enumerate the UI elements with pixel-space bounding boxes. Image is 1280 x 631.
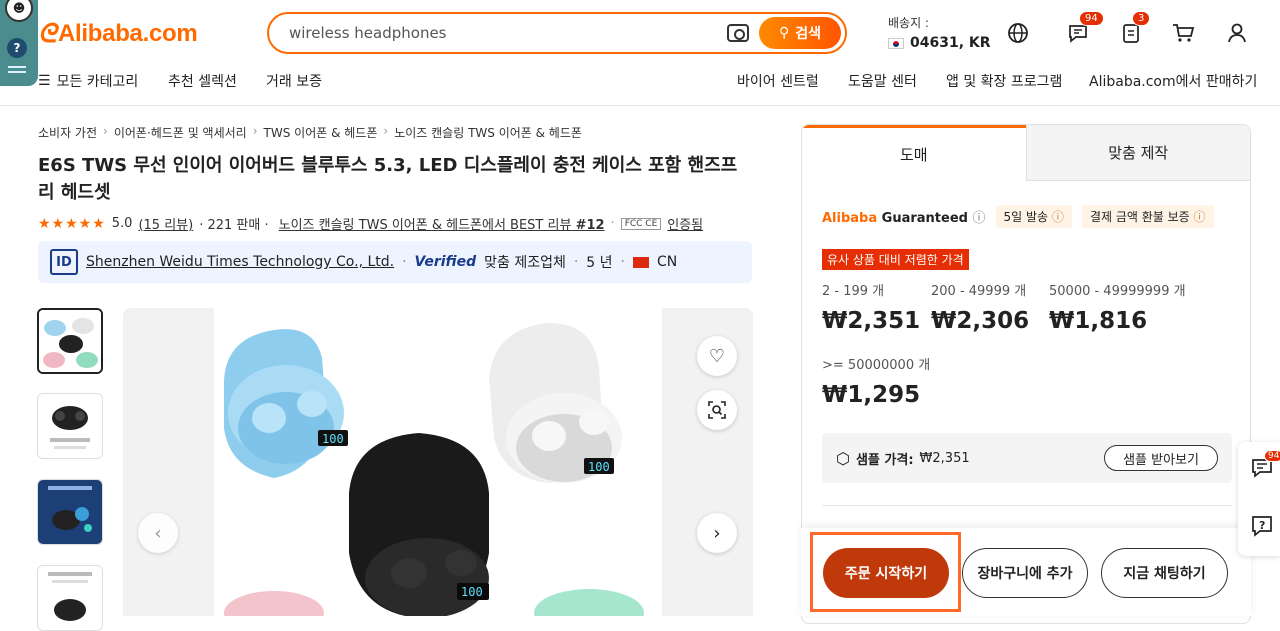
product-thumbnail[interactable]	[37, 393, 103, 459]
messages-icon[interactable]: 94	[1250, 450, 1280, 484]
supplier-type: 맞춤 제조업체	[484, 255, 566, 271]
search-button[interactable]: ⚲ 검색	[759, 17, 841, 49]
product-photo: 100 100 100	[214, 308, 662, 616]
next-image-button[interactable]: ›	[697, 513, 737, 553]
hamburger-icon: ☰	[38, 73, 51, 89]
tier-price: ₩2,351	[822, 308, 921, 334]
refund-guarantee-badge[interactable]: 결제 금액 환불 보증 ⓘ	[1081, 205, 1214, 228]
orders-icon[interactable]: 3	[1118, 11, 1151, 46]
korea-flag-icon	[888, 37, 904, 49]
supplier-logo: ID	[50, 249, 78, 275]
rating-value: 5.0	[111, 216, 133, 231]
nav-sell-on-alibaba[interactable]: Alibaba.com에서 판매하기	[1089, 71, 1257, 91]
breadcrumb-item[interactable]: 노이즈 캔슬링 TWS 이어폰 & 헤드폰	[394, 124, 582, 141]
pricing-tabs: 도매 맞춤 제작	[802, 125, 1250, 181]
all-categories-menu[interactable]: ☰ 모든 카테고리	[38, 71, 138, 91]
china-flag-icon	[633, 256, 649, 268]
product-thumbnail[interactable]	[37, 479, 103, 545]
product-rating-row: ★★★★★ 5.0 (15 리뷰) · 221 판매 · 노이즈 캔슬링 TWS…	[38, 214, 704, 234]
nav-apps-extensions[interactable]: 앱 및 확장 프로그램	[946, 71, 1062, 91]
highlight-box	[810, 532, 961, 612]
menu-icon[interactable]	[8, 66, 26, 68]
sample-price-box: ⬡ 샘플 가격: ₩2,351 샘플 받아보기	[822, 433, 1232, 483]
previous-image-button[interactable]: ‹	[138, 513, 178, 553]
chevron-right-icon: ›	[252, 124, 258, 138]
tab-wholesale[interactable]: 도매	[802, 125, 1026, 181]
nav-trade-assurance[interactable]: 거래 보증	[266, 71, 322, 91]
account-icon[interactable]	[1224, 20, 1250, 46]
star-rating-icon: ★★★★★	[38, 215, 106, 232]
tier-price: ₩1,816	[1049, 308, 1148, 334]
tier-price: ₩2,306	[931, 308, 1030, 334]
certified-link[interactable]: 인증됨	[667, 214, 703, 233]
help-icon[interactable]: ?	[7, 38, 27, 58]
site-header: ☻ ? ᘓ Alibaba.com wireless headphones ⚲ …	[0, 0, 1280, 106]
nav-help-center[interactable]: 도움말 센터	[848, 71, 917, 91]
info-icon: ⓘ	[1193, 210, 1206, 224]
guarantee-row: Alibaba Guaranteed ⓘ 5일 발송 ⓘ 결제 금액 환불 보증…	[822, 205, 1214, 228]
supplier-name[interactable]: Shenzhen Weidu Times Technology Co., Ltd…	[86, 254, 394, 270]
product-title: E6S TWS 무선 인이어 이어버드 블루투스 5.3, LED 디스플레이 …	[38, 155, 738, 203]
ship-to-selector[interactable]: 배송지 : 04631, KR	[888, 14, 991, 51]
image-search-icon[interactable]	[727, 24, 749, 42]
orders-count-badge: 3	[1132, 11, 1151, 26]
product-thumbnail[interactable]	[37, 308, 103, 374]
favorite-heart-icon[interactable]: ♡	[697, 336, 737, 376]
info-icon: ⓘ	[1051, 210, 1064, 224]
messages-icon[interactable]: 94	[1065, 11, 1104, 46]
tab-customization[interactable]: 맞춤 제작	[1025, 125, 1250, 181]
cart-icon[interactable]	[1170, 20, 1196, 46]
reviews-link[interactable]: (15 리뷰)	[138, 214, 193, 233]
chevron-right-icon: ›	[103, 124, 108, 138]
box-icon: ⬡	[836, 448, 850, 468]
supplier-years: 5 년	[586, 255, 613, 271]
svg-text:100: 100	[461, 585, 483, 599]
supplier-bar: ID Shenzhen Weidu Times Technology Co., …	[38, 241, 752, 283]
messages-count-badge: 94	[1079, 11, 1104, 26]
add-to-cart-button[interactable]: 장바구니에 추가	[962, 548, 1088, 598]
tier-price: ₩1,295	[822, 382, 921, 408]
search-input[interactable]: wireless headphones	[289, 24, 447, 42]
alibaba-guaranteed-label[interactable]: Alibaba Guaranteed ⓘ	[822, 207, 986, 226]
product-thumbnail[interactable]	[37, 565, 103, 631]
assistant-icon[interactable]: ☻	[5, 0, 33, 22]
messages-count-badge: 94	[1264, 450, 1280, 462]
verified-badge[interactable]: Verified	[415, 254, 477, 270]
best-review-link[interactable]: 노이즈 캔슬링 TWS 이어폰 & 헤드폰에서 BEST 리뷰 #12	[279, 214, 605, 233]
chat-now-button[interactable]: 지금 채팅하기	[1101, 548, 1228, 598]
get-sample-button[interactable]: 샘플 받아보기	[1104, 445, 1218, 471]
info-icon: ⓘ	[972, 211, 986, 226]
breadcrumb-item[interactable]: TWS 이어폰 & 헤드폰	[264, 124, 378, 141]
alibaba-logo-icon: ᘓ	[38, 18, 57, 48]
ship-days-badge[interactable]: 5일 발송 ⓘ	[995, 205, 1072, 228]
product-main-image[interactable]: 100 100 100 ♡ ‹ ›	[123, 308, 753, 616]
search-bar: wireless headphones ⚲ 검색	[267, 12, 847, 54]
divider	[822, 505, 1232, 506]
svg-text:100: 100	[588, 460, 610, 474]
sold-count: · 221 판매 ·	[199, 218, 269, 233]
tier-quantity: 50000 - 49999999 개	[1049, 284, 1186, 299]
breadcrumb-item[interactable]: 소비자 가전	[38, 124, 97, 141]
search-icon: ⚲	[778, 25, 790, 41]
alibaba-logo[interactable]: ᘓ Alibaba.com	[38, 18, 198, 50]
breadcrumb-item[interactable]: 이어폰·헤드폰 및 액세서리	[114, 124, 247, 141]
svg-text:100: 100	[322, 432, 344, 446]
tier-quantity: 200 - 49999 개	[931, 284, 1027, 299]
floating-side-toolbar: ☻ ?	[0, 0, 38, 86]
nav-featured-selections[interactable]: 추천 셀렉션	[168, 71, 237, 91]
globe-icon[interactable]	[1005, 20, 1031, 46]
nav-buyer-central[interactable]: 바이어 센트럴	[737, 71, 819, 91]
deal-badge: 유사 상품 대비 저렴한 가격	[822, 249, 969, 270]
svg-text:?: ?	[1259, 519, 1265, 532]
supplier-country: CN	[657, 254, 678, 270]
tier-quantity: >= 50000000 개	[822, 358, 931, 373]
tier-quantity: 2 - 199 개	[822, 284, 885, 299]
breadcrumb: 소비자 가전 › 이어폰·헤드폰 및 액세서리 › TWS 이어폰 & 헤드폰 …	[38, 124, 582, 141]
certification-badges-icon: FCC CE	[620, 217, 662, 230]
visual-search-icon[interactable]	[697, 390, 737, 430]
faq-icon[interactable]: ?	[1250, 514, 1274, 542]
chevron-right-icon: ›	[383, 124, 389, 138]
floating-help-panel: 94 ?	[1238, 442, 1280, 556]
